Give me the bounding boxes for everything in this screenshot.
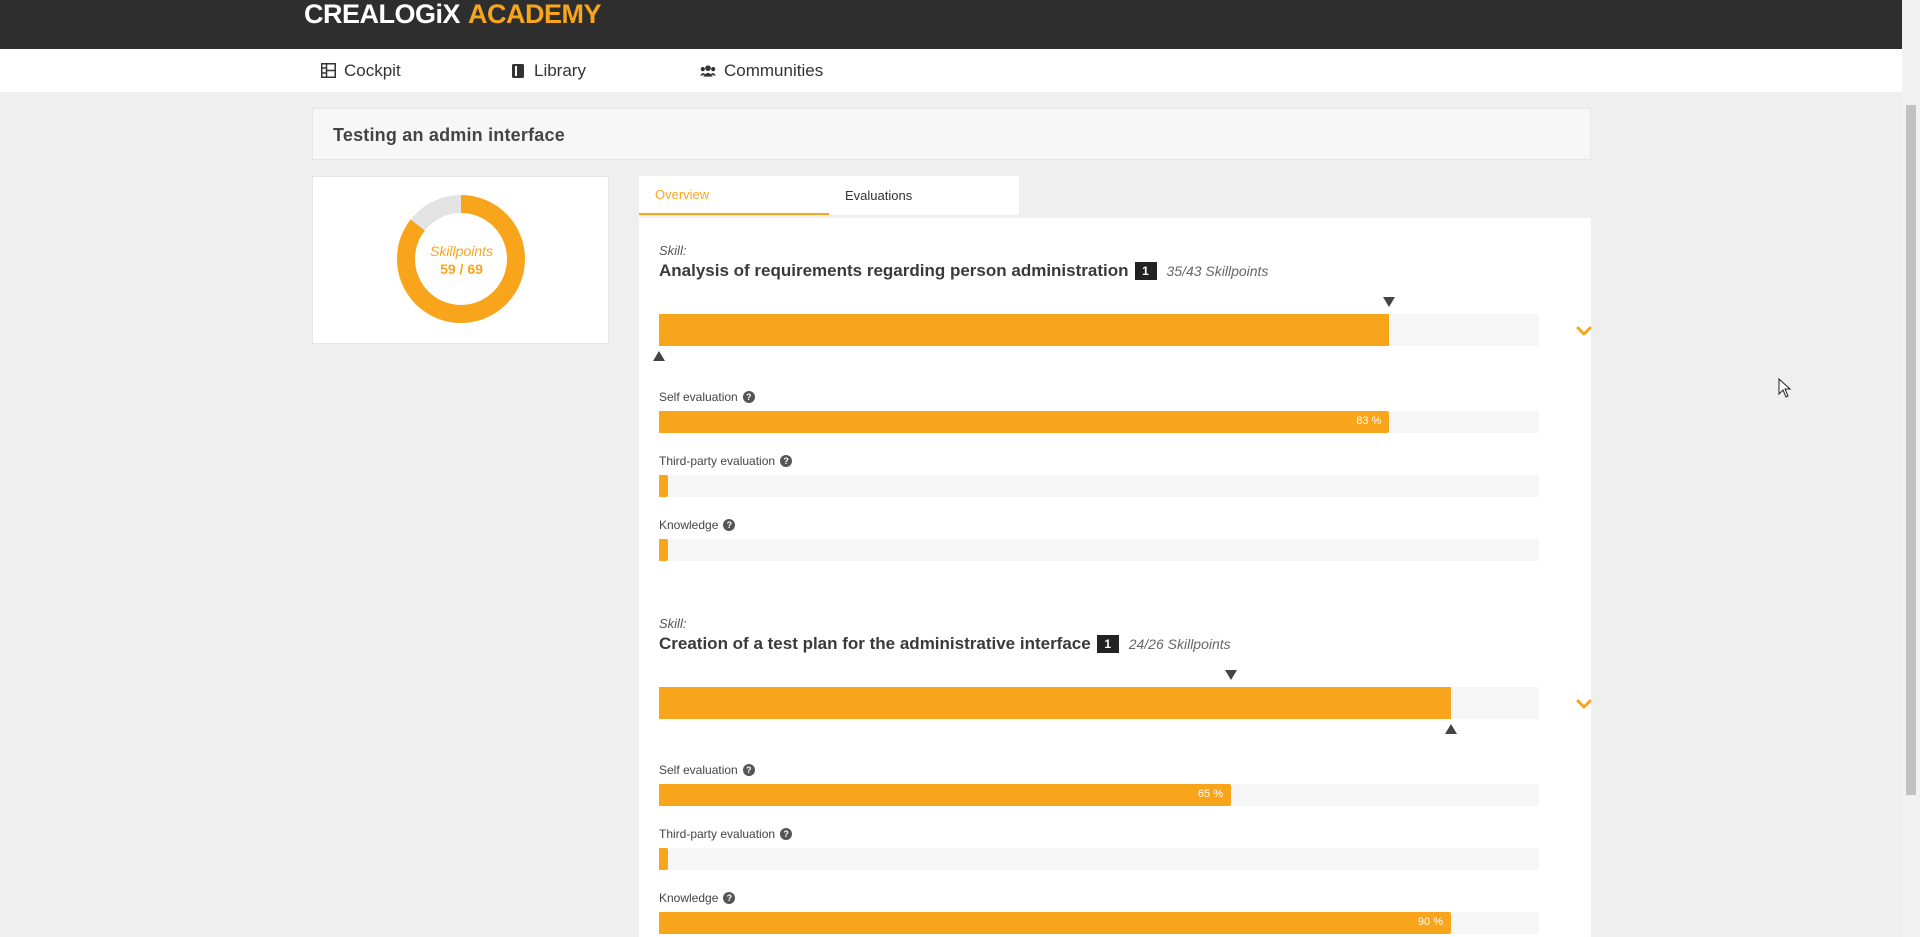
eval-label-text: Self evaluation [659, 390, 738, 404]
eval-label-third-party: Third-party evaluation? [659, 827, 793, 841]
help-icon[interactable]: ? [780, 828, 793, 840]
grid-icon [320, 63, 336, 79]
help-icon[interactable]: ? [723, 892, 736, 904]
skillpoints-summary-card: Skillpoints 59 / 69 [312, 176, 609, 344]
target-marker [1225, 670, 1237, 680]
skill-block: Skill: Creation of a test plan for the a… [659, 616, 1592, 936]
help-icon[interactable]: ? [742, 391, 755, 403]
eval-fill-knowledge: 90 % [659, 912, 1451, 934]
brand-part-1: CREALOGiX [304, 0, 461, 29]
skill-kicker: Skill: [659, 616, 687, 631]
nav-cockpit[interactable]: Cockpit [320, 49, 401, 92]
chevron-down-icon[interactable] [1574, 321, 1594, 341]
tab-overview[interactable]: Overview [639, 176, 829, 215]
nav-cockpit-label: Cockpit [344, 60, 401, 80]
eval-fill-self: 83 % [659, 411, 1390, 433]
skill-block: Skill: Analysis of requirements regardin… [653, 243, 1592, 583]
eval-percent: 65 % [1197, 788, 1223, 800]
help-icon[interactable]: ? [742, 764, 755, 776]
minimum-marker [653, 351, 665, 361]
scrollbar-thumb[interactable] [1906, 105, 1916, 795]
eval-label-knowledge: Knowledge? [659, 891, 736, 905]
target-marker [1383, 297, 1396, 307]
page-scrollbar[interactable] [1902, 0, 1920, 937]
eval-track-third-party [659, 848, 1539, 870]
eval-fill-third-party [659, 848, 668, 870]
nav-communities[interactable]: Communities [700, 49, 823, 92]
skill-tabs: Overview Evaluations [639, 176, 1019, 215]
eval-fill-third-party [659, 475, 668, 497]
top-bar: CREALOGiX ACADEMY [0, 0, 1902, 49]
skills-panel: Skill: Analysis of requirements regardin… [639, 218, 1592, 937]
skill-title: Creation of a test plan for the administ… [659, 634, 1231, 654]
eval-percent: 90 % [1417, 916, 1443, 928]
skill-progress-track [659, 687, 1539, 719]
skill-progress-fill [659, 687, 1451, 719]
skillpoints-donut [397, 195, 525, 323]
eval-label-third-party: Third-party evaluation? [659, 454, 793, 468]
skill-kicker: Skill: [659, 243, 687, 258]
skill-progress-fill [659, 314, 1390, 346]
skill-level-badge: 1 [1134, 262, 1157, 280]
skill-title: Analysis of requirements regarding perso… [659, 261, 1268, 281]
skill-name: Analysis of requirements regarding perso… [659, 261, 1129, 280]
minimum-marker [1445, 724, 1457, 734]
nav-communities-label: Communities [724, 60, 824, 80]
eval-label-text: Third-party evaluation [659, 454, 776, 468]
eval-label-text: Third-party evaluation [659, 827, 776, 841]
eval-label-knowledge: Knowledge? [659, 518, 736, 532]
eval-fill-self: 65 % [659, 784, 1231, 806]
eval-track-self: 65 % [659, 784, 1539, 806]
page-title-bar: Testing an admin interface [312, 108, 1591, 160]
book-icon [510, 63, 526, 79]
users-icon [700, 63, 716, 79]
eval-percent: 83 % [1356, 415, 1382, 427]
page-title: Testing an admin interface [333, 125, 565, 145]
nav-library-label: Library [534, 60, 586, 80]
eval-track-third-party [659, 475, 1539, 497]
eval-label-text: Knowledge [659, 518, 719, 532]
nav-library[interactable]: Library [510, 49, 586, 92]
skillpoints-label: Skillpoints [429, 243, 494, 259]
eval-track-knowledge [659, 539, 1539, 561]
chevron-down-icon[interactable] [1574, 694, 1594, 714]
brand-logo[interactable]: CREALOGiX ACADEMY [304, 0, 602, 29]
mouse-cursor-icon [1778, 378, 1792, 398]
main-nav: Cockpit Library Communities [0, 49, 1902, 92]
skill-progress-track [659, 314, 1539, 346]
skillpoints-value: 59 / 69 [440, 261, 483, 277]
eval-label-text: Self evaluation [659, 763, 738, 777]
skill-points: 35/43 Skillpoints [1166, 263, 1269, 279]
help-icon[interactable]: ? [780, 455, 793, 467]
skill-points: 24/26 Skillpoints [1128, 636, 1231, 652]
eval-fill-knowledge [659, 539, 668, 561]
eval-track-self: 83 % [659, 411, 1539, 433]
eval-track-knowledge: 90 % [659, 912, 1539, 934]
brand-part-2: ACADEMY [468, 0, 602, 29]
skill-level-badge: 1 [1096, 635, 1119, 653]
eval-label-text: Knowledge [659, 891, 719, 905]
skill-name: Creation of a test plan for the administ… [659, 634, 1091, 653]
eval-label-self: Self evaluation? [659, 763, 755, 777]
tab-evaluations[interactable]: Evaluations [829, 176, 1019, 215]
help-icon[interactable]: ? [723, 519, 736, 531]
eval-label-self: Self evaluation? [659, 390, 755, 404]
